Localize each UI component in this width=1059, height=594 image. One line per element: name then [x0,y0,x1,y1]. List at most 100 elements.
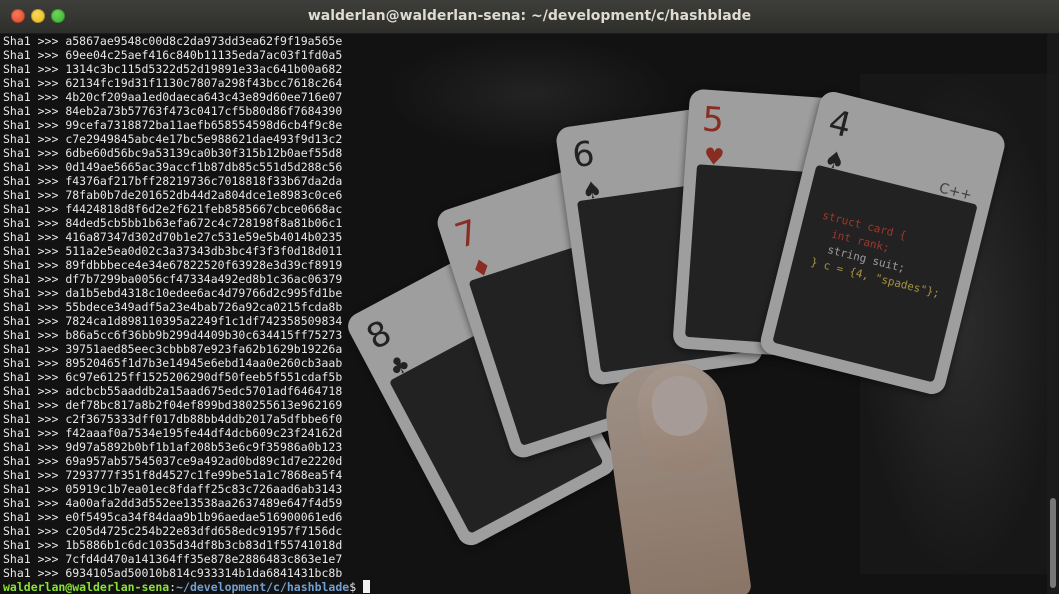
sha1-hash: 1b5886b1c6dc1035d34df8b3cb83d1f55741018d [65,538,343,552]
sha1-hash: 69ee04c25aef416c840b11135eda7ac03f1fd0a5 [65,48,343,62]
sha1-hash: 7824ca1d898110395a2249f1c1df742358509834 [65,314,343,328]
output-line: Sha1 >>> 1314c3bc115d5322d52d19891e33ac6… [3,62,1048,76]
output-line: Sha1 >>> 55bdece349adf5a23e4bab726a92ca0… [3,300,1048,314]
sha1-hash: 89520465f1d7b3e14945e6ebd14aa0e260cb3aab [65,356,343,370]
output-label: Sha1 >>> [3,398,66,412]
sha1-hash: f4424818d8f6d2e2f621feb8585667cbce0668ac [65,202,343,216]
output-label: Sha1 >>> [3,216,66,230]
shell-prompt[interactable]: walderlan@walderlan-sena:~/development/c… [3,580,1048,594]
sha1-hash: 62134fc19d31f1130c7807a298f43bcc7618c264 [65,76,343,90]
prompt-path: ~/development/c/hashblade [176,580,350,594]
output-label: Sha1 >>> [3,384,66,398]
sha1-hash: 6c97e6125ff1525206290df50feeb5f551cdaf5b [65,370,343,384]
sha1-hash: 89fdbbbece4e34e67822520f63928e3d39cf8919 [65,258,343,272]
sha1-hash: 0d149ae5665ac39accf1b87db85c551d5d288c56 [65,160,343,174]
output-line: Sha1 >>> c205d4725c254b22e83dfd658edc919… [3,524,1048,538]
output-label: Sha1 >>> [3,426,66,440]
sha1-hash: c2f3675333dff017db88bb4ddb2017a5dfbbe6f0 [65,412,343,426]
sha1-hash: 78fab0b7de201652db44d2a804dce1e8983c0ce6 [65,188,343,202]
sha1-hash: 416a87347d302d70b1e27c531e59e5b4014b0235 [65,230,343,244]
output-line: Sha1 >>> da1b5ebd4318c10edee6ac4d79766d2… [3,286,1048,300]
output-label: Sha1 >>> [3,496,66,510]
sha1-hash: f42aaaf0a7534e195fe44df4dcb609c23f24162d [65,426,343,440]
output-line: Sha1 >>> 62134fc19d31f1130c7807a298f43bc… [3,76,1048,90]
sha1-hash: 9d97a5892b0bf1b1af208b53e6c9f35986a0b123 [65,440,343,454]
window-title: walderlan@walderlan-sena: ~/development/… [307,8,752,24]
output-label: Sha1 >>> [3,412,66,426]
output-label: Sha1 >>> [3,132,66,146]
output-line: Sha1 >>> 416a87347d302d70b1e27c531e59e5b… [3,230,1048,244]
sha1-hash: 69a957ab57545037ce9a492ad0bd89c1d7e2220d [65,454,343,468]
output-line: Sha1 >>> b86a5cc6f36bb9b299d4409b30c6344… [3,328,1048,342]
sha1-hash: 511a2e5ea0d02c3a37343db3bc4f3f3f0d18d011 [65,244,343,258]
output-label: Sha1 >>> [3,356,66,370]
output-line: Sha1 >>> a5867ae9548c00d8c2da973dd3ea62f… [3,34,1048,48]
output-line: Sha1 >>> 39751aed85eec3cbbb87e923fa62b16… [3,342,1048,356]
output-line: Sha1 >>> df7b7299ba0056cf47334a492ed8b1c… [3,272,1048,286]
output-label: Sha1 >>> [3,174,66,188]
sha1-hash: 4a00afa2dd3d552ee13538aa2637489e647f4d59 [65,496,343,510]
output-line: Sha1 >>> 7cfd4d470a141364ff35e878e288648… [3,552,1048,566]
scrollbar[interactable] [1047,34,1059,594]
output-line: Sha1 >>> c7e2949845abc4e17bc5e988621dae4… [3,132,1048,146]
sha1-hash: adcbcb55aaddb2a15aad675edc5701adf6464718 [65,384,343,398]
output-line: Sha1 >>> 89520465f1d7b3e14945e6ebd14aa0e… [3,356,1048,370]
sha1-hash: def78bc817a8b2f04ef899bd380255613e962169 [65,398,343,412]
output-line: Sha1 >>> e0f5495ca34f84daa9b1b96aedae516… [3,510,1048,524]
output-line: Sha1 >>> 6c97e6125ff1525206290df50feeb5f… [3,370,1048,384]
output-label: Sha1 >>> [3,76,66,90]
output-label: Sha1 >>> [3,552,66,566]
output-label: Sha1 >>> [3,510,66,524]
output-label: Sha1 >>> [3,328,66,342]
output-label: Sha1 >>> [3,482,66,496]
sha1-hash: c205d4725c254b22e83dfd658edc91957f7156dc [65,524,343,538]
output-label: Sha1 >>> [3,202,66,216]
output-line: Sha1 >>> 6934105ad50010b814c933314b1da68… [3,566,1048,580]
output-line: Sha1 >>> 9d97a5892b0bf1b1af208b53e6c9f35… [3,440,1048,454]
sha1-hash: a5867ae9548c00d8c2da973dd3ea62f9f19a565e [65,34,343,48]
output-label: Sha1 >>> [3,104,66,118]
output-label: Sha1 >>> [3,342,66,356]
text-cursor [363,580,371,593]
output-label: Sha1 >>> [3,188,66,202]
scrollbar-thumb[interactable] [1050,498,1056,588]
sha1-hash: da1b5ebd4318c10edee6ac4d79766d2c995fd1be [65,286,343,300]
output-line: Sha1 >>> c2f3675333dff017db88bb4ddb2017a… [3,412,1048,426]
sha1-hash: 6934105ad50010b814c933314b1da6841431bc8b [65,566,343,580]
output-label: Sha1 >>> [3,48,66,62]
prompt-symbol: $ [349,580,364,594]
output-line: Sha1 >>> f4376af217bff28219736c7018818f3… [3,174,1048,188]
output-line: Sha1 >>> 511a2e5ea0d02c3a37343db3bc4f3f3… [3,244,1048,258]
output-line: Sha1 >>> f42aaaf0a7534e195fe44df4dcb609c… [3,426,1048,440]
prompt-user: walderlan@walderlan-sena [3,580,170,594]
output-label: Sha1 >>> [3,454,66,468]
output-label: Sha1 >>> [3,538,66,552]
output-line: Sha1 >>> 7824ca1d898110395a2249f1c1df742… [3,314,1048,328]
sha1-hash: 39751aed85eec3cbbb87e923fa62b1629b19226a [65,342,343,356]
output-line: Sha1 >>> 1b5886b1c6dc1035d34df8b3cb83d1f… [3,538,1048,552]
sha1-hash: b86a5cc6f36bb9b299d4409b30c634415ff75273 [65,328,343,342]
sha1-hash: 84ded5cb5bb1b63efa672c4c728198f8a81b06c1 [65,216,343,230]
output-label: Sha1 >>> [3,118,66,132]
output-line: Sha1 >>> 84ded5cb5bb1b63efa672c4c728198f… [3,216,1048,230]
output-line: Sha1 >>> 6dbe60d56bc9a53139ca0b30f315b12… [3,146,1048,160]
output-label: Sha1 >>> [3,258,66,272]
sha1-hash: 99cefa7318872ba11aefb658554598d6cb4f9c8e [65,118,343,132]
output-label: Sha1 >>> [3,272,66,286]
sha1-hash: df7b7299ba0056cf47334a492ed8b1c36ac06379 [65,272,343,286]
sha1-hash: 84eb2a73b57763f473c0417cf5b80d86f7684390 [65,104,343,118]
output-label: Sha1 >>> [3,244,66,258]
output-label: Sha1 >>> [3,230,66,244]
terminal-output[interactable]: Sha1 >>> a5867ae9548c00d8c2da973dd3ea62f… [0,34,1048,594]
sha1-hash: c7e2949845abc4e17bc5e988621dae493f9d13c2 [65,132,343,146]
output-label: Sha1 >>> [3,146,66,160]
sha1-hash: 7cfd4d470a141364ff35e878e2886483c863e1e7 [65,552,343,566]
output-line: Sha1 >>> 4b20cf209aa1ed0daeca643c43e89d6… [3,90,1048,104]
terminal-content[interactable]: 8 ♣ 7 ♦ 6 ♠ 5 ♥ 4 ♠ struct card {int ra… [0,34,1059,594]
sha1-hash: f4376af217bff28219736c7018818f33b67da2da [65,174,343,188]
output-label: Sha1 >>> [3,34,66,48]
sha1-hash: 4b20cf209aa1ed0daeca643c43e89d60ee716e07 [65,90,343,104]
output-line: Sha1 >>> 4a00afa2dd3d552ee13538aa2637489… [3,496,1048,510]
sha1-hash: 7293777f351f8d4527c1fe99be51a1c7868ea5f4 [65,468,343,482]
sha1-hash: 05919c1b7ea01ec8fdaff25c83c726aad6ab3143 [65,482,343,496]
